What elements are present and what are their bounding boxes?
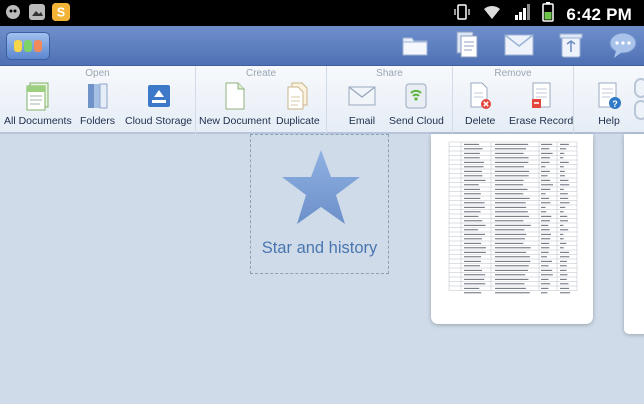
- signal-icon: [514, 3, 530, 26]
- delete-button[interactable]: Delete: [465, 80, 495, 127]
- erase-record-button[interactable]: Erase Record: [509, 80, 573, 127]
- star-and-history-label: Star and history: [251, 239, 388, 258]
- status-bar: S 6:42 PM: [0, 0, 644, 26]
- gallery-icon: [28, 2, 46, 22]
- all-documents-icon: [23, 80, 53, 112]
- help-label: Help: [598, 115, 620, 127]
- svg-text:?: ?: [612, 99, 618, 109]
- s-app-icon: S: [52, 2, 70, 22]
- group-title-share: Share: [327, 68, 452, 79]
- create-group: Create New Document Duplicate: [196, 66, 327, 134]
- new-document-button[interactable]: New Document: [199, 80, 271, 127]
- wifi-icon: [482, 3, 502, 26]
- star-and-history-tile[interactable]: Star and history: [250, 134, 389, 274]
- svg-text:S: S: [57, 6, 65, 20]
- side-handle-bottom[interactable]: [634, 100, 644, 120]
- help-button[interactable]: ? Help: [594, 80, 624, 127]
- duplicate-icon: [283, 80, 313, 112]
- folder-icon[interactable]: [400, 30, 430, 60]
- cloud-storage-label: Cloud Storage: [125, 115, 192, 127]
- recycle-bin-icon[interactable]: [556, 30, 586, 60]
- app-bar: [0, 26, 644, 66]
- email-icon[interactable]: [504, 30, 534, 60]
- email-button[interactable]: Email: [347, 80, 377, 127]
- send-cloud-icon: [401, 80, 431, 112]
- vibrate-icon: [454, 3, 470, 26]
- help-group: ? Help: [574, 66, 636, 134]
- document-thumbnail-second[interactable]: [624, 134, 644, 334]
- star-icon: [279, 147, 363, 229]
- app-logo[interactable]: [6, 32, 50, 60]
- delete-icon: [465, 80, 495, 112]
- erase-record-label: Erase Record: [509, 115, 573, 127]
- cloud-storage-icon: [144, 80, 174, 112]
- email-icon: [347, 80, 377, 112]
- cloud-storage-button[interactable]: Cloud Storage: [125, 80, 192, 127]
- side-handle-top[interactable]: [634, 78, 644, 98]
- group-title-open: Open: [0, 68, 195, 79]
- share-group: Share Email Send Cloud: [327, 66, 453, 134]
- all-documents-button[interactable]: All Documents: [4, 80, 72, 127]
- android-icon: [4, 2, 22, 22]
- help-icon: ?: [594, 80, 624, 112]
- new-document-icon: [220, 80, 250, 112]
- group-title-remove: Remove: [453, 68, 573, 79]
- document-thumbnail[interactable]: [431, 134, 593, 324]
- erase-record-icon: [526, 80, 556, 112]
- duplicate-label: Duplicate: [276, 115, 320, 127]
- send-cloud-button[interactable]: Send Cloud: [389, 80, 444, 127]
- clock: 6:42 PM: [566, 5, 632, 25]
- new-document-label: New Document: [199, 115, 271, 127]
- delete-label: Delete: [465, 115, 495, 127]
- all-documents-label: All Documents: [4, 115, 72, 127]
- document-preview-image: [431, 134, 593, 324]
- group-title-create: Create: [196, 68, 326, 79]
- ribbon-toolbar: Open All Documents Folders Cloud Storage…: [0, 66, 644, 134]
- remove-group: Remove Delete Erase Record: [453, 66, 574, 134]
- documents-icon[interactable]: [452, 30, 482, 60]
- folders-button[interactable]: Folders: [80, 80, 115, 127]
- battery-icon: [542, 2, 554, 27]
- folders-icon: [83, 80, 113, 112]
- email-label: Email: [349, 115, 375, 127]
- chat-icon[interactable]: [608, 30, 638, 60]
- send-cloud-label: Send Cloud: [389, 115, 444, 127]
- folders-label: Folders: [80, 115, 115, 127]
- duplicate-button[interactable]: Duplicate: [276, 80, 320, 127]
- open-group: Open All Documents Folders Cloud Storage: [0, 66, 196, 134]
